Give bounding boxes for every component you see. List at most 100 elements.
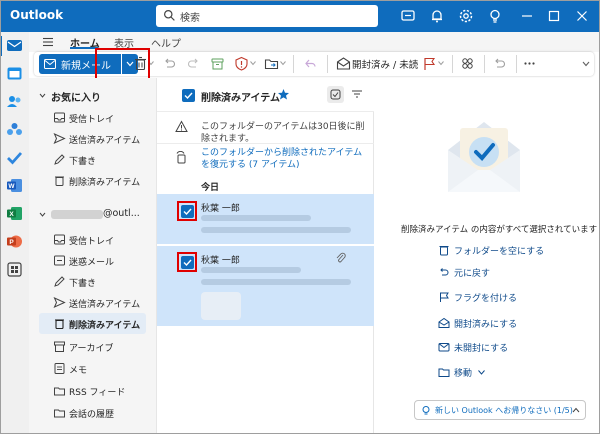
folder-label: RSS フィード xyxy=(69,388,126,398)
message-subject-blurred xyxy=(201,267,301,273)
select-mode-icon xyxy=(330,89,341,100)
folder-item-sent[interactable]: 送信済みアイテム xyxy=(29,293,147,313)
favorites-header[interactable]: お気に入り xyxy=(51,89,101,104)
maximize-icon[interactable] xyxy=(545,7,563,25)
feedback-icon[interactable] xyxy=(399,7,417,25)
todo-app-icon[interactable] xyxy=(6,149,23,166)
message-2-checkbox-highlight xyxy=(177,252,197,272)
powerpoint-app-icon[interactable]: P xyxy=(6,233,23,250)
svg-text:P: P xyxy=(9,239,14,246)
hamburger-menu-icon[interactable] xyxy=(42,36,54,48)
toolbar-separator xyxy=(452,55,453,73)
message-subject-blurred xyxy=(201,215,311,221)
archive-icon[interactable] xyxy=(210,56,225,71)
bell-icon[interactable] xyxy=(428,7,446,25)
search-placeholder: 検索 xyxy=(180,13,200,24)
filter-toggle-button[interactable] xyxy=(327,86,344,103)
undo-icon[interactable] xyxy=(162,56,177,71)
toolbar-separator xyxy=(293,55,294,73)
undo-action-icon[interactable] xyxy=(492,56,507,71)
more-apps-icon[interactable] xyxy=(6,261,23,278)
close-icon[interactable] xyxy=(573,7,591,25)
folder-item-archive[interactable]: アーカイブ xyxy=(29,337,147,357)
warning-icon xyxy=(175,120,188,132)
apps-icon[interactable] xyxy=(460,56,475,71)
people-app-icon[interactable] xyxy=(6,93,23,110)
checkmark-icon xyxy=(184,92,193,99)
folder-item-inbox[interactable]: 受信トレイ xyxy=(29,230,147,250)
trash-icon xyxy=(439,246,449,256)
attachment-icon xyxy=(336,252,346,263)
folder-item-junk[interactable]: 迷惑メール xyxy=(29,251,147,271)
move-chevron-icon[interactable] xyxy=(280,61,286,66)
folder-item-notes[interactable]: メモ xyxy=(29,359,147,379)
chevron-up-icon[interactable] xyxy=(572,407,580,413)
word-app-icon[interactable]: W xyxy=(6,177,23,194)
groups-app-icon[interactable] xyxy=(6,121,23,138)
undo-icon xyxy=(440,268,449,276)
mail-open-icon xyxy=(438,317,450,328)
mail-icon xyxy=(438,343,450,352)
redo-icon[interactable] xyxy=(186,56,201,71)
draft-icon xyxy=(54,276,65,287)
rss-icon xyxy=(54,387,65,396)
folder-item-favorites-drafts[interactable]: 下書き xyxy=(29,150,147,170)
ribbon-collapse-icon[interactable] xyxy=(582,61,590,67)
welcome-back-banner[interactable]: 新しい Outlook へお帰りなさい (1/5) xyxy=(414,400,586,420)
action-label: フラグを付ける xyxy=(454,294,518,304)
folder-item-drafts[interactable]: 下書き xyxy=(29,272,147,292)
account-header[interactable]: @outl... xyxy=(103,208,140,219)
restore-items-link[interactable]: このフォルダーから削除されたアイテムを復元する (7 アイテム) xyxy=(201,147,371,171)
select-all-checkbox[interactable] xyxy=(182,89,195,102)
tab-help[interactable]: ヘルプ xyxy=(151,35,181,50)
flag-chevron-icon[interactable] xyxy=(438,61,444,66)
folder-label: 下書き xyxy=(69,157,97,167)
mail-open-icon[interactable] xyxy=(336,56,351,71)
minimize-icon[interactable] xyxy=(518,7,536,25)
move-to-icon[interactable] xyxy=(264,56,279,71)
gear-icon[interactable] xyxy=(457,7,475,25)
restore-items-row[interactable]: このフォルダーから削除されたアイテムを復元する (7 アイテム) xyxy=(157,143,375,173)
lightbulb-icon[interactable] xyxy=(486,7,504,25)
history-icon xyxy=(54,409,65,418)
chevron-down-icon[interactable] xyxy=(39,92,46,99)
list-title: 削除済みアイテム xyxy=(201,93,280,104)
flag-icon xyxy=(440,292,449,302)
search-icon xyxy=(164,10,175,21)
more-options-icon[interactable] xyxy=(522,56,537,71)
report-chevron-icon[interactable] xyxy=(250,61,256,66)
move-icon xyxy=(438,368,450,377)
title-bar: Outlook 検索 xyxy=(0,0,600,32)
folder-item-favorites-inbox[interactable]: 受信トレイ xyxy=(29,108,147,128)
tab-home-underline xyxy=(70,47,98,49)
flag-icon[interactable] xyxy=(422,56,437,71)
folder-pane: お気に入り 受信トレイ 送信済みアイテム 下書き 削除済みアイテム @outl.… xyxy=(29,78,156,434)
chevron-down-icon xyxy=(478,370,485,375)
reply-all-icon[interactable] xyxy=(302,56,317,71)
action-label: 元に戻す xyxy=(454,269,491,279)
folder-label: 迷惑メール xyxy=(69,258,115,268)
excel-app-icon[interactable]: X xyxy=(6,205,23,222)
report-icon[interactable] xyxy=(234,56,249,71)
mail-app-icon[interactable] xyxy=(6,37,23,54)
message-sender: 秋葉 一郎 xyxy=(201,256,240,266)
message-1-checkbox-highlight xyxy=(177,201,197,221)
trash-icon xyxy=(55,319,64,330)
folder-item-history[interactable]: 会話の履歴 xyxy=(29,403,147,423)
star-icon[interactable] xyxy=(277,88,290,101)
trash-icon xyxy=(55,176,64,186)
folder-label: 下書き xyxy=(69,279,97,289)
send-icon xyxy=(53,297,66,308)
folder-label: メモ xyxy=(69,366,88,376)
folder-item-deleted[interactable]: 削除済みアイテム xyxy=(29,314,147,334)
chevron-down-icon[interactable] xyxy=(39,211,46,218)
lightbulb-icon xyxy=(422,406,430,415)
search-input[interactable]: 検索 xyxy=(156,5,378,27)
folder-item-favorites-sent[interactable]: 送信済みアイテム xyxy=(29,129,147,149)
filter-icon[interactable] xyxy=(351,88,363,100)
folder-item-favorites-deleted[interactable]: 削除済みアイテム xyxy=(29,171,147,191)
calendar-app-icon[interactable] xyxy=(6,65,23,82)
archive-icon xyxy=(54,341,65,352)
folder-item-rss[interactable]: RSS フィード xyxy=(29,381,147,401)
mark-read-label[interactable]: 開封済み / 未読 xyxy=(352,57,418,71)
